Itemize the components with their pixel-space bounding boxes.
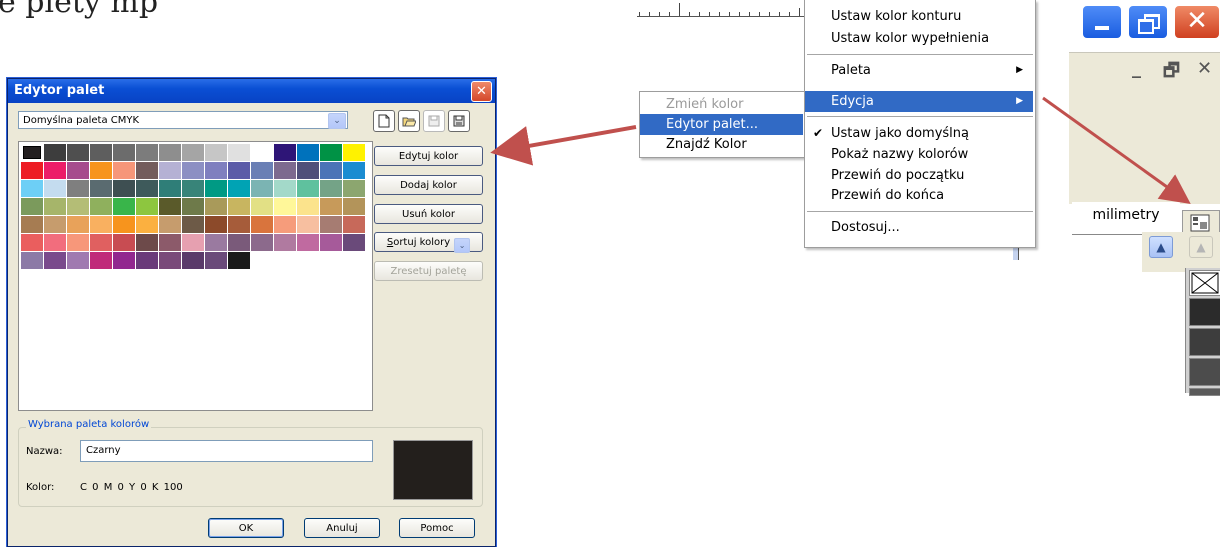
annotation-arrows <box>490 96 1191 204</box>
arrow-to-palette <box>1042 96 1191 204</box>
arrow-to-dialog <box>490 125 637 166</box>
